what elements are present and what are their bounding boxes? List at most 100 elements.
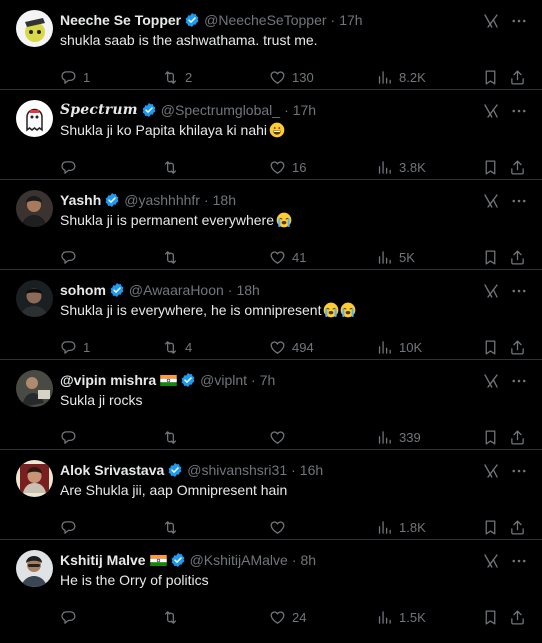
- timestamp[interactable]: 8h: [301, 550, 317, 570]
- timestamp[interactable]: 18h: [236, 280, 259, 300]
- bookmark-button[interactable]: [482, 606, 499, 628]
- reply-button[interactable]: [60, 606, 83, 628]
- views-button[interactable]: 10K: [376, 336, 422, 358]
- reply-button[interactable]: [60, 426, 83, 448]
- reply-button[interactable]: [60, 156, 83, 178]
- tweet-item[interactable]: Kshitij Malve @KshitijAMalve · 8h He is the …: [0, 540, 542, 630]
- more-options-icon[interactable]: [510, 102, 528, 120]
- reply-button[interactable]: [60, 246, 83, 268]
- verified-badge-icon[interactable]: [109, 282, 125, 298]
- retweet-button[interactable]: [162, 156, 185, 178]
- more-options-icon[interactable]: [510, 372, 528, 390]
- display-name[interactable]: sohom: [60, 280, 106, 300]
- share-button[interactable]: [509, 66, 526, 88]
- views-button[interactable]: 3.8K: [376, 156, 426, 178]
- user-handle[interactable]: @KshitijAMalve: [190, 550, 288, 570]
- views-button[interactable]: 8.2K: [376, 66, 426, 88]
- grok-icon[interactable]: [482, 552, 500, 570]
- timestamp[interactable]: 16h: [300, 460, 323, 480]
- views-button[interactable]: 1.8K: [376, 516, 426, 538]
- retweet-button[interactable]: [162, 246, 185, 268]
- more-options-icon[interactable]: [510, 462, 528, 480]
- timestamp[interactable]: 7h: [260, 370, 276, 390]
- like-button[interactable]: 41: [269, 246, 306, 268]
- share-button[interactable]: [509, 336, 526, 358]
- reply-button[interactable]: 1: [60, 336, 90, 358]
- views-button[interactable]: 5K: [376, 246, 415, 268]
- grok-icon[interactable]: [482, 192, 500, 210]
- user-handle[interactable]: @AwaaraHoon: [129, 280, 224, 300]
- user-handle[interactable]: @yashhhhfr: [124, 190, 200, 210]
- avatar[interactable]: [16, 10, 53, 47]
- like-button[interactable]: [269, 516, 292, 538]
- verified-badge-icon[interactable]: [170, 552, 186, 568]
- more-options-icon[interactable]: [510, 12, 528, 30]
- grok-icon[interactable]: [482, 372, 500, 390]
- display-name[interactable]: Yashh: [60, 190, 101, 210]
- display-name[interactable]: Spectrum: [60, 100, 138, 120]
- more-options-icon[interactable]: [510, 282, 528, 300]
- more-options-icon[interactable]: [510, 552, 528, 570]
- verified-badge-icon[interactable]: [141, 102, 157, 118]
- timestamp[interactable]: 17h: [293, 100, 316, 120]
- tweet-item[interactable]: @vipin mishra @viplnt · 7h Sukla ji rocks 339: [0, 360, 542, 450]
- like-button[interactable]: [269, 426, 292, 448]
- verified-badge-icon[interactable]: [184, 12, 200, 28]
- grok-icon[interactable]: [482, 12, 500, 30]
- display-name[interactable]: Neeche Se Topper: [60, 10, 181, 30]
- verified-badge-icon[interactable]: [104, 192, 120, 208]
- reply-button[interactable]: [60, 516, 83, 538]
- like-button[interactable]: 494: [269, 336, 314, 358]
- verified-badge-icon[interactable]: [167, 462, 183, 478]
- user-handle[interactable]: @Spectrumglobal_: [161, 100, 280, 120]
- user-handle[interactable]: @NeecheSeTopper: [204, 10, 326, 30]
- retweet-button[interactable]: [162, 516, 185, 538]
- more-options-icon[interactable]: [510, 192, 528, 210]
- views-button[interactable]: 1.5K: [376, 606, 426, 628]
- bookmark-icon: [482, 339, 499, 356]
- bookmark-button[interactable]: [482, 426, 499, 448]
- retweet-button[interactable]: 4: [162, 336, 192, 358]
- grok-icon[interactable]: [482, 102, 500, 120]
- display-name[interactable]: Kshitij Malve: [60, 550, 146, 570]
- share-button[interactable]: [509, 516, 526, 538]
- timestamp[interactable]: 18h: [213, 190, 236, 210]
- avatar[interactable]: [16, 100, 53, 137]
- grok-icon[interactable]: [482, 462, 500, 480]
- bookmark-button[interactable]: [482, 66, 499, 88]
- share-button[interactable]: [509, 156, 526, 178]
- tweet-item[interactable]: Neeche Se Topper @NeecheSeTopper · 17h shukl…: [0, 0, 542, 90]
- tweet-item[interactable]: Yashh @yashhhhfr · 18h Shukla ji is permanen…: [0, 180, 542, 270]
- tweet-item[interactable]: Alok Srivastava @shivanshsri31 · 16h Are Shu…: [0, 450, 542, 540]
- timestamp[interactable]: 17h: [339, 10, 362, 30]
- share-button[interactable]: [509, 426, 526, 448]
- display-name[interactable]: @vipin mishra: [60, 370, 156, 390]
- bookmark-button[interactable]: [482, 246, 499, 268]
- avatar[interactable]: [16, 370, 53, 407]
- like-button[interactable]: 130: [269, 66, 314, 88]
- retweet-button[interactable]: 2: [162, 66, 192, 88]
- bookmark-button[interactable]: [482, 156, 499, 178]
- views-button[interactable]: 339: [376, 426, 421, 448]
- grok-icon[interactable]: [482, 282, 500, 300]
- share-button[interactable]: [509, 246, 526, 268]
- retweet-button[interactable]: [162, 606, 185, 628]
- retweet-button[interactable]: [162, 426, 185, 448]
- like-button[interactable]: 24: [269, 606, 306, 628]
- user-handle[interactable]: @viplnt: [200, 370, 247, 390]
- verified-badge-icon[interactable]: [180, 372, 196, 388]
- share-button[interactable]: [509, 606, 526, 628]
- avatar[interactable]: [16, 550, 53, 587]
- tweet-item[interactable]: Spectrum @Spectrumglobal_ · 17h Shukla ji ko…: [0, 90, 542, 180]
- display-name[interactable]: Alok Srivastava: [60, 460, 164, 480]
- like-button[interactable]: 16: [269, 156, 306, 178]
- avatar[interactable]: [16, 280, 53, 317]
- avatar[interactable]: [16, 190, 53, 227]
- avatar[interactable]: [16, 460, 53, 497]
- reply-button[interactable]: 1: [60, 66, 90, 88]
- user-handle[interactable]: @shivanshsri31: [187, 460, 287, 480]
- views-icon: [376, 429, 399, 446]
- bookmark-button[interactable]: [482, 336, 499, 358]
- bookmark-button[interactable]: [482, 516, 499, 538]
- tweet-item[interactable]: sohom @AwaaraHoon · 18h Shukla ji is everywh…: [0, 270, 542, 360]
